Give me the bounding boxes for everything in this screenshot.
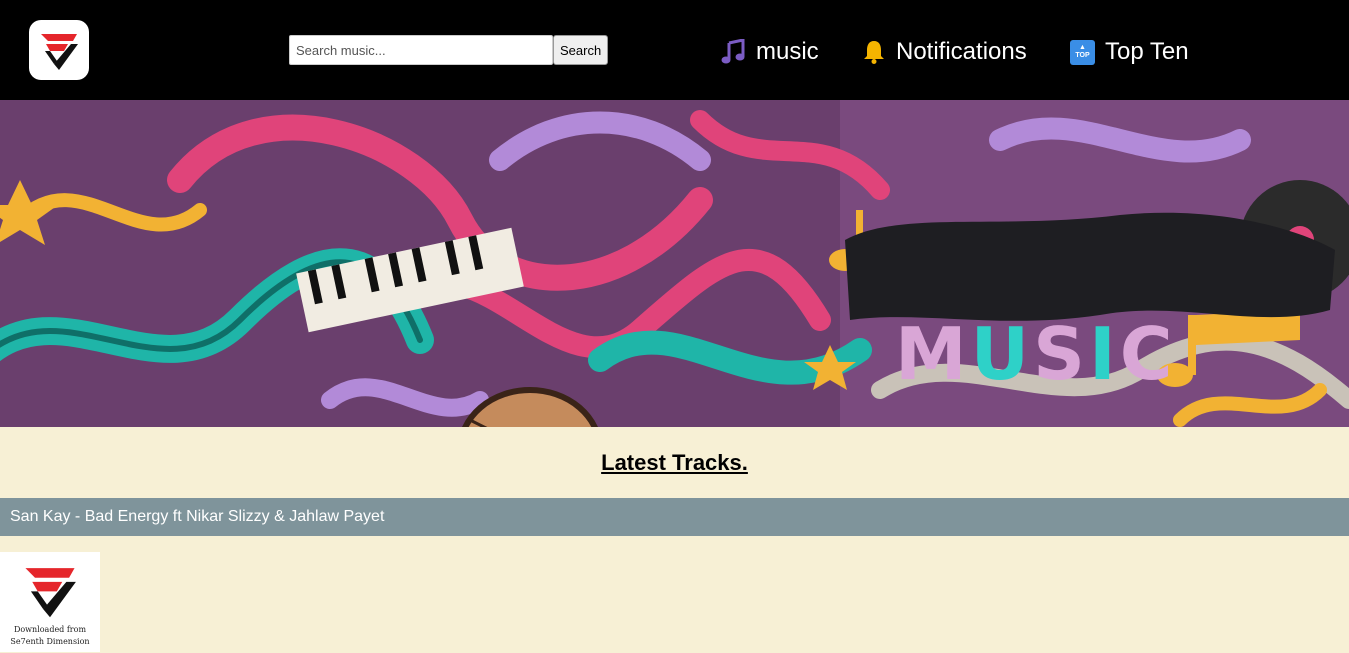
nav-music-label: music [756,38,819,65]
track-title: San Kay - Bad Energy ft Nikar Slizzy & J… [10,508,385,525]
nav-notifications-link[interactable]: Notifications [862,36,1027,68]
hero-banner: MUSIC [0,100,1349,427]
cover-caption: Downloaded from Se7enth Dimension [10,625,90,646]
latest-tracks-heading: Latest Tracks. [601,450,748,475]
logo-mark-icon [41,34,78,70]
track-title-bar[interactable]: San Kay - Bad Energy ft Nikar Slizzy & J… [0,498,1349,536]
site-logo[interactable] [29,20,89,80]
banner-title: MUSIC [895,312,1177,396]
search-button[interactable]: Search [553,35,609,65]
top-icon: ▲ TOP [1070,39,1095,65]
search-form: Search [289,35,609,65]
music-note-icon [720,39,746,65]
site-header: Search music Notifications ▲TOP Top Ten [0,0,1349,100]
cover-logo-icon [25,568,76,618]
bell-icon [862,39,886,65]
nav-top-ten-label: Top Ten [1105,38,1189,65]
nav-music-link[interactable]: music [720,36,819,68]
track-cover-image[interactable]: Downloaded from Se7enth Dimension [0,552,100,652]
search-input[interactable] [289,35,553,65]
nav-notifications-label: Notifications [896,38,1027,65]
nav-top-ten-link[interactable]: ▲ TOP Top Ten [1070,36,1189,68]
